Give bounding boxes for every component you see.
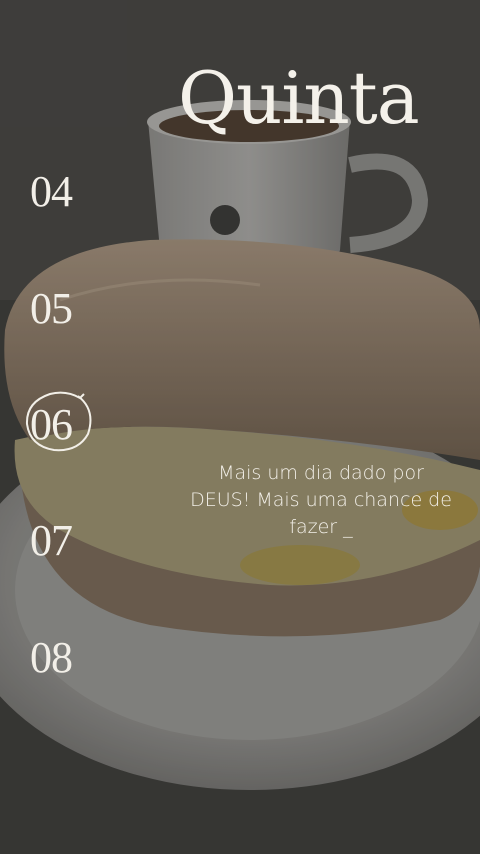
day-07: 07 (30, 516, 73, 565)
day-08: 08 (30, 633, 73, 682)
weekday-title: Quinta (178, 56, 420, 140)
day-05: 05 (30, 284, 73, 333)
story-canvas: Quinta 04 05 06 07 08 Mais um dia dado p… (0, 0, 480, 854)
message-text: Mais um dia dado por DEUS! Mais uma chan… (190, 462, 452, 538)
day-06-selected: 06 (30, 400, 73, 449)
day-04: 04 (30, 167, 73, 216)
